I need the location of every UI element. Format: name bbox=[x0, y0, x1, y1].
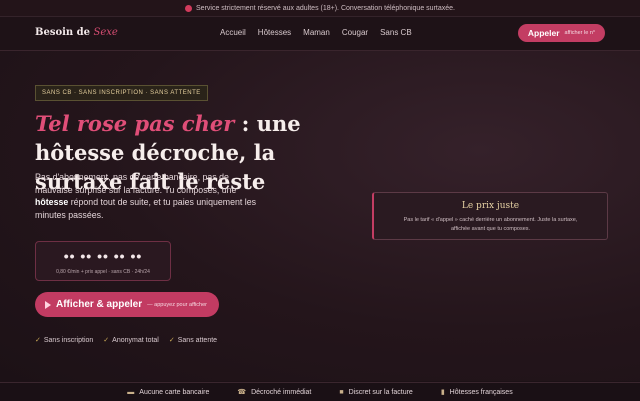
hero-lead-part2: répond tout de suite, et tu paies unique… bbox=[35, 197, 257, 220]
nav-item-cougar[interactable]: Cougar bbox=[342, 28, 368, 37]
trust-item: ▮ Hôtesses françaises bbox=[440, 388, 513, 397]
hero-lead-part1: Pas d'abonnement, pas de carte bancaire,… bbox=[35, 172, 237, 195]
phone-number-box: •• •• •• •• •• 0,80 €/min + prix appel ·… bbox=[35, 241, 171, 281]
trust-item: ▬ Aucune carte bancaire bbox=[127, 389, 209, 396]
logo-main: Besoin de bbox=[35, 27, 91, 38]
hidden-phone-number: •• •• •• •• •• bbox=[63, 248, 143, 264]
hero-lead: Pas d'abonnement, pas de carte bancaire,… bbox=[35, 171, 260, 221]
flag-icon: ▮ bbox=[440, 389, 445, 396]
benefit-label: Anonymat total bbox=[112, 337, 159, 344]
card-title: Le prix juste bbox=[461, 201, 520, 211]
benefit-item: ✓ Sans inscription bbox=[35, 336, 93, 344]
nav-item-accueil[interactable]: Accueil bbox=[220, 28, 246, 37]
show-and-call-button[interactable]: Afficher & appeler — appuyez pour affich… bbox=[35, 292, 219, 317]
phone-icon: ☎ bbox=[237, 389, 247, 396]
hero-lead-bold: hôtesse bbox=[35, 197, 69, 207]
fair-price-card: Le prix juste Pas le tarif « d'appel » c… bbox=[372, 192, 608, 240]
age-warning-bar: Service strictement réservé aux adultes … bbox=[0, 0, 640, 17]
cta-sub: — appuyez pour afficher bbox=[147, 301, 207, 308]
hero-section: SANS CB · SANS INSCRIPTION · SANS ATTENT… bbox=[0, 51, 640, 381]
trust-item: ■ Discret sur la facture bbox=[339, 389, 412, 396]
trust-label: Aucune carte bancaire bbox=[139, 388, 210, 396]
benefit-label: Sans inscription bbox=[43, 337, 94, 344]
play-icon bbox=[45, 300, 51, 309]
header-call-label: Appeler bbox=[527, 28, 560, 38]
nav-item-hotesses[interactable]: Hôtesses bbox=[258, 28, 291, 37]
check-icon: ✓ bbox=[168, 337, 175, 344]
benefit-item: ✓ Anonymat total bbox=[103, 336, 159, 344]
benefit-item: ✓ Sans attente bbox=[169, 336, 217, 344]
lock-icon: ■ bbox=[339, 388, 344, 396]
nav-item-sans-cb[interactable]: Sans CB bbox=[380, 28, 412, 37]
trust-label: Discret sur la facture bbox=[348, 388, 413, 396]
trust-label: Hôtesses françaises bbox=[449, 388, 513, 396]
nav-item-maman[interactable]: Maman bbox=[303, 28, 330, 37]
trust-label: Décroché immédiat bbox=[251, 388, 312, 396]
warning-icon bbox=[185, 4, 193, 12]
card-icon: ▬ bbox=[127, 388, 135, 396]
benefit-label: Sans attente bbox=[177, 337, 218, 344]
site-header: Besoin de Sexe Accueil Hôtesses Maman Co… bbox=[0, 17, 640, 51]
trust-item: ☎ Décroché immédiat bbox=[237, 388, 312, 397]
check-icon: ✓ bbox=[103, 337, 110, 344]
logo-accent: Sexe bbox=[93, 27, 118, 38]
header-call-sub: afficher le n° bbox=[564, 30, 596, 36]
features-pill: SANS CB · SANS INSCRIPTION · SANS ATTENT… bbox=[35, 85, 208, 101]
trust-bar: ▬ Aucune carte bancaire ☎ Décroché immédia… bbox=[0, 382, 640, 401]
age-warning-text: Service strictement réservé aux adultes … bbox=[196, 4, 455, 12]
hero-title-accent: Tel rose pas cher bbox=[35, 111, 235, 136]
check-icon: ✓ bbox=[35, 337, 41, 344]
cta-label: Afficher & appeler bbox=[56, 299, 143, 310]
benefits-list: ✓ Sans inscription ✓ Anonymat total ✓ Sans … bbox=[35, 336, 217, 344]
card-text: Pas le tarif « d'appel » caché derrière … bbox=[403, 217, 578, 232]
main-nav: Accueil Hôtesses Maman Cougar Sans CB bbox=[220, 28, 412, 37]
site-logo[interactable]: Besoin de Sexe bbox=[35, 27, 118, 38]
header-call-button[interactable]: Appeler afficher le n° bbox=[518, 24, 605, 42]
price-info: 0,80 €/min + prix appel · sans CB · 24h/… bbox=[56, 269, 150, 275]
